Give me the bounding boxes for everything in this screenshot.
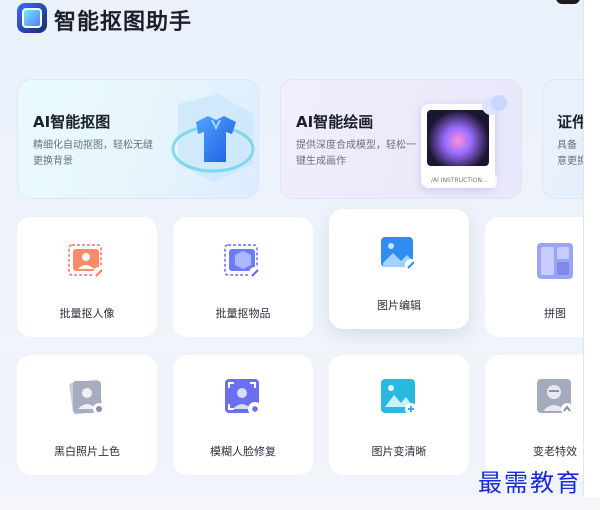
object-cutout-icon (224, 244, 261, 279)
tool-batch-portrait-cutout[interactable]: 批量抠人像 (17, 217, 157, 337)
shirt-illustration-icon (171, 94, 255, 182)
tool-label: 批量抠人像 (59, 307, 115, 320)
colorize-photo-icon (69, 379, 105, 415)
collage-icon (537, 243, 573, 279)
face-repair-icon (225, 379, 262, 416)
app-logo-icon (17, 3, 47, 33)
feature-card-ai-painting[interactable]: AI智能绘画 提供深度合成模型，轻松一键生成画作 /AI INSTRUCTION… (280, 79, 522, 199)
tool-image-edit[interactable]: 图片编辑 (329, 209, 469, 329)
bottom-strip (0, 497, 600, 510)
feature-card-title: AI智能绘画 (296, 113, 374, 131)
vertical-scrollbar[interactable] (583, 0, 600, 497)
image-edit-icon (381, 237, 417, 271)
aging-effect-icon (537, 379, 573, 415)
tool-label: 模糊人脸修复 (210, 445, 276, 458)
tool-colorize-bw-photo[interactable]: 黑白照片上色 (17, 355, 157, 475)
feature-card-desc: 提供深度合成模型，轻松一键生成画作 (296, 140, 416, 167)
image-enhance-icon (381, 379, 417, 415)
feature-card-title: AI智能抠图 (33, 113, 111, 131)
app-title: 智能抠图助手 (54, 10, 193, 35)
tool-label: 批量抠物品 (215, 307, 271, 320)
tool-label: 图片变清晰 (371, 445, 427, 458)
tool-batch-object-cutout[interactable]: 批量抠物品 (173, 217, 313, 337)
tool-label: 黑白照片上色 (54, 445, 120, 458)
tool-label: 图片编辑 (377, 299, 421, 312)
tool-image-enhance[interactable]: 图片变清晰 (329, 355, 469, 475)
cloud-icon (482, 95, 507, 115)
feature-card-desc: 精细化自动抠图，轻松无缝更换背景 (33, 140, 153, 167)
feature-card-ai-cutout[interactable]: AI智能抠图 精细化自动抠图，轻松无缝更换背景 (17, 79, 259, 199)
portrait-cutout-icon (68, 244, 105, 279)
watermark-text: 最需教育 (478, 469, 582, 497)
tool-blur-face-repair[interactable]: 模糊人脸修复 (173, 355, 313, 475)
art-caption: /AI INSTRUCTION... (427, 174, 497, 188)
corner-button[interactable] (556, 0, 580, 4)
